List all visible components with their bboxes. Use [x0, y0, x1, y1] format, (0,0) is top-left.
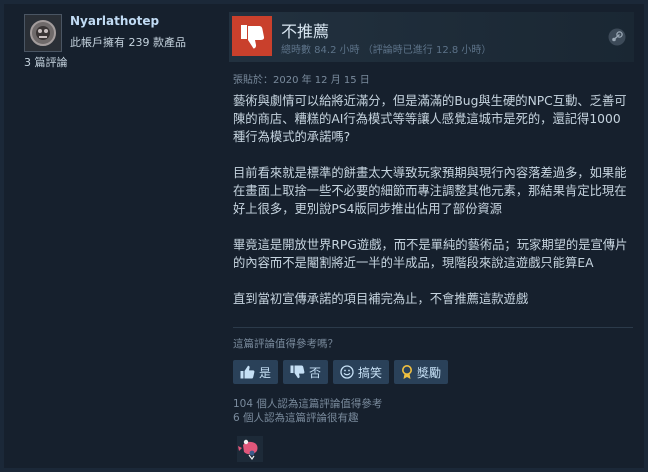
- helpful-count: 104 個人認為這篇評論值得參考: [233, 398, 383, 410]
- thumbs-down-icon: [290, 365, 305, 379]
- received-award-icon[interactable]: [237, 436, 263, 462]
- review-body: 藝術與劇情可以給將近滿分，但是滿滿的Bug與生硬的NPC互動、乏善可陳的商店、糟…: [233, 94, 628, 306]
- review-verdict: 不推薦: [281, 22, 330, 41]
- vote-funny-label: 搞笑: [358, 365, 383, 380]
- smiley-icon: [340, 365, 354, 379]
- author-review-count[interactable]: 3 篇評論: [24, 54, 68, 70]
- award-button[interactable]: 獎勵: [394, 360, 449, 384]
- avatar-image: [30, 20, 56, 46]
- vote-yes-button[interactable]: 是: [233, 360, 279, 384]
- thumbs-up-icon: [240, 365, 255, 379]
- review-stats: 104 個人認為這篇評論值得參考 6 個人認為這篇評論很有趣: [233, 397, 382, 425]
- helpful-question: 這篇評論值得參考嗎？: [233, 338, 338, 350]
- steam-icon: [608, 28, 626, 50]
- thumbs-down-icon: [232, 16, 272, 56]
- posted-date: 張貼於：2020 年 12 月 15 日: [233, 75, 370, 86]
- award-icon: [402, 364, 413, 379]
- vote-no-label: 否: [309, 365, 322, 380]
- vote-yes-label: 是: [259, 365, 272, 380]
- products-owned[interactable]: 此帳戶擁有 239 款產品: [70, 34, 186, 50]
- review-card: Nyarlathotep 此帳戶擁有 239 款產品 3 篇評論 不推薦 總時數…: [4, 4, 644, 468]
- avatar[interactable]: [24, 14, 62, 52]
- author-name[interactable]: Nyarlathotep: [70, 14, 159, 28]
- vote-header[interactable]: 不推薦 總時數 84.2 小時 （評論時已進行 12.8 小時）: [229, 12, 634, 62]
- vote-buttons: 是 否 搞笑 獎勵: [233, 360, 449, 384]
- divider: [233, 327, 633, 328]
- vote-no-button[interactable]: 否: [283, 360, 329, 384]
- vote-funny-button[interactable]: 搞笑: [333, 360, 390, 384]
- playtime: 總時數 84.2 小時 （評論時已進行 12.8 小時）: [281, 45, 492, 56]
- award-label: 獎勵: [417, 365, 442, 380]
- funny-count: 6 個人認為這篇評論很有趣: [233, 412, 359, 424]
